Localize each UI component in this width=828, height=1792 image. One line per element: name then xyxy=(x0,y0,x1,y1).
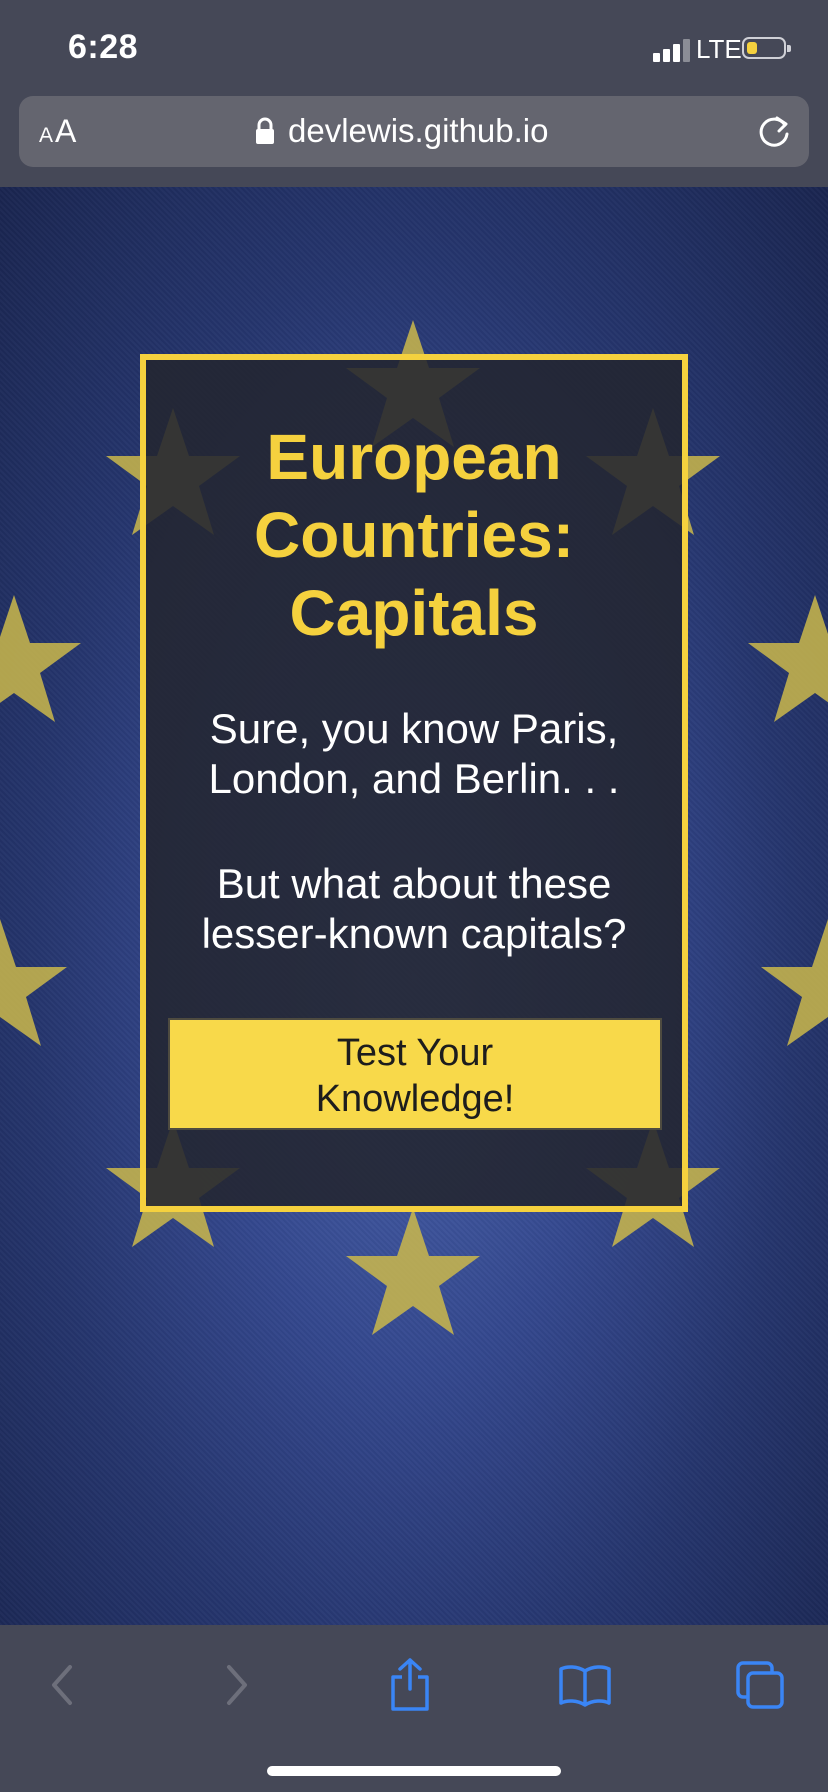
reload-icon[interactable] xyxy=(755,112,793,150)
question-line: lesser-known capitals? xyxy=(201,910,627,957)
intro-text: Sure, you know Paris, London, and Berlin… xyxy=(146,704,682,804)
back-icon[interactable] xyxy=(32,1655,92,1715)
quiz-intro-card: European Countries: Capitals Sure, you k… xyxy=(140,354,688,1212)
battery-level xyxy=(747,42,757,54)
button-line: Test Your xyxy=(336,1032,494,1074)
share-icon[interactable] xyxy=(380,1655,440,1715)
url-display[interactable]: devlewis.github.io xyxy=(255,108,549,154)
intro-line: London, and Berlin. . . xyxy=(208,755,620,802)
address-bar[interactable]: A A devlewis.github.io xyxy=(19,96,809,167)
button-line: Knowledge! xyxy=(315,1078,515,1120)
browser-toolbar xyxy=(0,1625,828,1792)
question-line: But what about these xyxy=(216,860,612,907)
reader-view-button[interactable]: A A xyxy=(39,110,89,150)
intro-line: Sure, you know Paris, xyxy=(209,705,619,752)
url-text: devlewis.github.io xyxy=(288,112,549,149)
reader-large-letter: A xyxy=(55,113,77,149)
title-line: Capitals xyxy=(289,577,539,649)
web-page: European Countries: Capitals Sure, you k… xyxy=(0,187,828,1625)
home-indicator[interactable] xyxy=(267,1766,561,1776)
test-your-knowledge-button[interactable]: Test Your Knowledge! xyxy=(168,1018,662,1130)
forward-icon[interactable] xyxy=(207,1655,267,1715)
tabs-icon[interactable] xyxy=(730,1655,790,1715)
question-text: But what about these lesser-known capita… xyxy=(146,859,682,959)
status-bar: 6:28 LTE xyxy=(0,0,828,96)
battery-icon xyxy=(742,37,791,59)
title-line: Countries: xyxy=(254,499,574,571)
status-time: 6:28 xyxy=(68,28,139,66)
network-type: LTE xyxy=(696,34,742,64)
page-title: European Countries: Capitals xyxy=(146,418,682,652)
reader-small-letter: A xyxy=(39,124,54,147)
title-line: European xyxy=(266,421,562,493)
battery-cap xyxy=(787,45,791,52)
lock-icon xyxy=(256,117,274,144)
cellular-signal-icon xyxy=(653,38,693,62)
bookmarks-icon[interactable] xyxy=(555,1655,615,1715)
